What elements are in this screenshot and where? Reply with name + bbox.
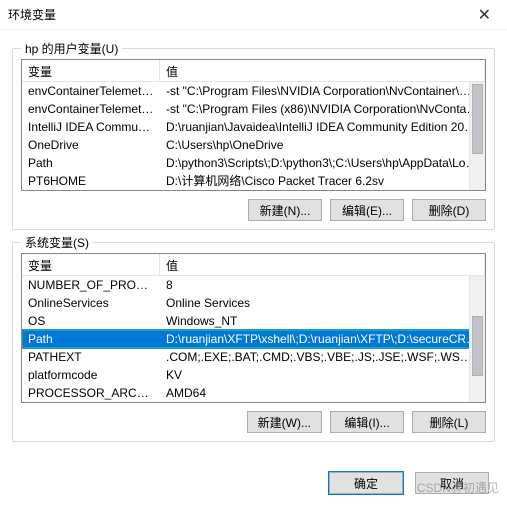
table-header: 变量 值 — [22, 254, 485, 276]
variable-value: -st "C:\Program Files (x86)\NVIDIA Corpo… — [160, 100, 485, 118]
variable-value: .COM;.EXE;.BAT;.CMD;.VBS;.VBE;.JS;.JSE;.… — [160, 348, 485, 366]
table-row[interactable]: PathD:\ruanjian\XFTP\xshell\;D:\ruanjian… — [22, 330, 485, 348]
variable-value: D:\ruanjian\XFTP\xshell\;D:\ruanjian\XFT… — [160, 330, 485, 348]
table-row[interactable]: IntelliJ IDEA Community Ed...D:\ruanjian… — [22, 118, 485, 136]
col-value-header[interactable]: 值 — [160, 254, 485, 275]
system-group-label: 系统变量(S) — [21, 234, 93, 251]
variable-name: IntelliJ IDEA Community Ed... — [22, 118, 160, 136]
col-value-header[interactable]: 值 — [160, 60, 485, 81]
variable-value: Windows_NT — [160, 312, 485, 330]
new-button[interactable]: 新建(N)... — [248, 199, 322, 221]
variable-value: AMD64 — [160, 384, 485, 402]
variable-name: OneDrive — [22, 136, 160, 154]
table-row[interactable]: PATHEXT.COM;.EXE;.BAT;.CMD;.VBS;.VBE;.JS… — [22, 348, 485, 366]
scrollbar[interactable] — [469, 82, 485, 190]
table-row[interactable]: PT6HOMED:\计算机网络\Cisco Packet Tracer 6.2s… — [22, 172, 485, 190]
table-header: 变量 值 — [22, 60, 485, 82]
col-name-header[interactable]: 变量 — [22, 60, 160, 81]
ok-button[interactable]: 确定 — [329, 472, 403, 494]
window-title: 环境变量 — [8, 6, 470, 23]
variable-value: Online Services — [160, 294, 485, 312]
table-row[interactable]: envContainerTelemetryApi...-st "C:\Progr… — [22, 100, 485, 118]
watermark: CSDN@初遇见 — [417, 479, 499, 496]
variable-value: D:\计算机网络\Cisco Packet Tracer 6.2sv — [160, 172, 485, 190]
system-button-row: 新建(W)... 编辑(I)... 删除(L) — [21, 411, 486, 433]
table-row[interactable]: platformcodeKV — [22, 366, 485, 384]
dialog-body: hp 的用户变量(U) 变量 值 envContainerTelemetryAp… — [0, 30, 507, 458]
variable-name: PT6HOME — [22, 172, 160, 190]
scrollbar[interactable] — [469, 276, 485, 402]
variable-name: platformcode — [22, 366, 160, 384]
system-variables-group: 系统变量(S) 变量 值 NUMBER_OF_PROCESSORS8Online… — [12, 242, 495, 442]
variable-value: C:\Users\hp\OneDrive — [160, 136, 485, 154]
titlebar: 环境变量 ✕ — [0, 0, 507, 30]
user-button-row: 新建(N)... 编辑(E)... 删除(D) — [21, 199, 486, 221]
variable-name: PATHEXT — [22, 348, 160, 366]
table-row[interactable]: PathD:\python3\Scripts\;D:\python3\;C:\U… — [22, 154, 485, 172]
variable-name: envContainerTelemetryApi... — [22, 82, 160, 100]
variable-value: 8 — [160, 276, 485, 294]
variable-name: PROCESSOR_ARCHITECTURE — [22, 384, 160, 402]
edit-button[interactable]: 编辑(I)... — [330, 411, 404, 433]
table-row[interactable]: PROCESSOR_ARCHITECTUREAMD64 — [22, 384, 485, 402]
close-icon[interactable]: ✕ — [470, 1, 499, 29]
variable-name: NUMBER_OF_PROCESSORS — [22, 276, 160, 294]
user-variables-table[interactable]: 变量 值 envContainerTelemetryApi...-st "C:\… — [21, 59, 486, 191]
table-row[interactable]: envContainerTelemetryApi...-st "C:\Progr… — [22, 82, 485, 100]
variable-name: OnlineServices — [22, 294, 160, 312]
edit-button[interactable]: 编辑(E)... — [330, 199, 404, 221]
table-row[interactable]: OnlineServicesOnline Services — [22, 294, 485, 312]
user-variables-group: hp 的用户变量(U) 变量 值 envContainerTelemetryAp… — [12, 48, 495, 230]
variable-name: envContainerTelemetryApi... — [22, 100, 160, 118]
variable-value: KV — [160, 366, 485, 384]
table-row[interactable]: OSWindows_NT — [22, 312, 485, 330]
delete-button[interactable]: 删除(D) — [412, 199, 486, 221]
variable-name: OS — [22, 312, 160, 330]
delete-button[interactable]: 删除(L) — [412, 411, 486, 433]
variable-name: Path — [22, 330, 160, 348]
new-button[interactable]: 新建(W)... — [247, 411, 322, 433]
table-row[interactable]: NUMBER_OF_PROCESSORS8 — [22, 276, 485, 294]
variable-value: D:\python3\Scripts\;D:\python3\;C:\Users… — [160, 154, 485, 172]
user-group-label: hp 的用户变量(U) — [21, 40, 122, 57]
variable-name: Path — [22, 154, 160, 172]
col-name-header[interactable]: 变量 — [22, 254, 160, 275]
system-variables-table[interactable]: 变量 值 NUMBER_OF_PROCESSORS8OnlineServices… — [21, 253, 486, 403]
variable-value: D:\ruanjian\Javaidea\IntelliJ IDEA Commu… — [160, 118, 485, 136]
variable-value: -st "C:\Program Files\NVIDIA Corporation… — [160, 82, 485, 100]
table-row[interactable]: OneDriveC:\Users\hp\OneDrive — [22, 136, 485, 154]
